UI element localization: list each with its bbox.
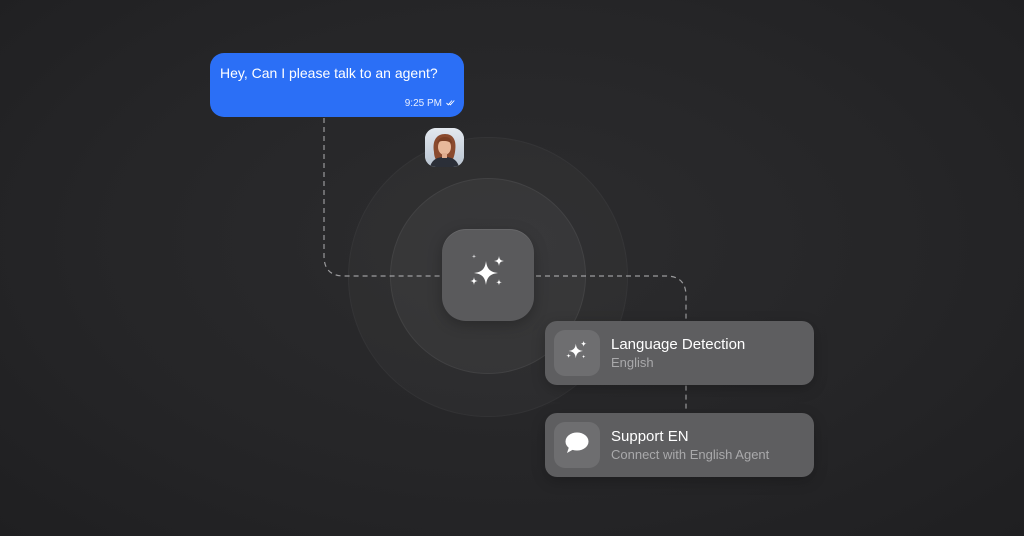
card-icon-tile: [554, 422, 600, 468]
sparkles-icon: [565, 339, 589, 368]
message-text: Hey, Can I please talk to an agent?: [220, 65, 438, 81]
message-time: 9:25 PM: [404, 98, 442, 109]
card-subtitle: Connect with English Agent: [611, 447, 770, 462]
chat-bubble-icon: [564, 431, 590, 460]
step-card-language-detection[interactable]: Language Detection English: [545, 321, 814, 385]
card-title: Language Detection: [611, 336, 746, 353]
workflow-canvas: Hey, Can I please talk to an agent? 9:25…: [0, 0, 1024, 536]
user-avatar-photo: [425, 128, 464, 167]
step-card-support-en[interactable]: Support EN Connect with English Agent: [545, 413, 814, 477]
sparkles-icon: [468, 253, 508, 298]
avatar[interactable]: [425, 128, 464, 167]
ai-hub-node[interactable]: [442, 229, 534, 321]
message-meta: 9:25 PM: [405, 98, 455, 109]
card-icon-tile: [554, 330, 600, 376]
card-subtitle: English: [611, 355, 654, 370]
double-check-icon: [446, 98, 455, 109]
user-message-bubble[interactable]: Hey, Can I please talk to an agent? 9:25…: [210, 53, 464, 117]
card-title: Support EN: [611, 428, 689, 445]
